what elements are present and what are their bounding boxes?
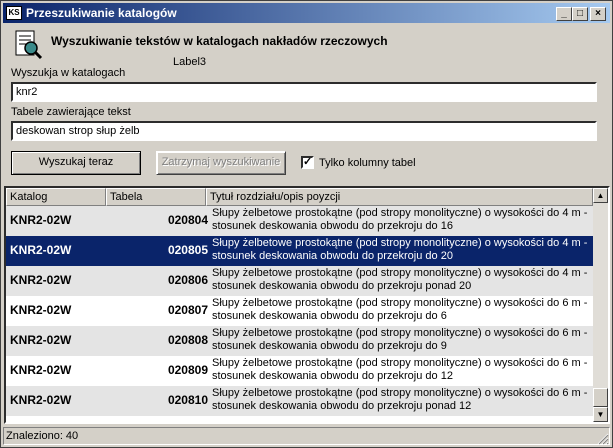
row-description: Słupy żelbetowe prostokątne (pod stropy … xyxy=(212,297,588,322)
status-bar: Znaleziono: 40 xyxy=(3,427,610,445)
row-table: 020804 xyxy=(167,213,208,227)
row-catalog: KNR2-02W xyxy=(10,363,72,377)
tables-text-input[interactable] xyxy=(11,121,597,141)
row-table: 020805 xyxy=(167,243,208,257)
table-row[interactable]: KNR2-02W 020808 Słupy żelbetowe prostoką… xyxy=(6,326,593,356)
row-catalog: KNR2-02W xyxy=(10,243,72,257)
row-description: Słupy żelbetowe prostokątne (pod stropy … xyxy=(212,387,588,412)
row-table: 020806 xyxy=(167,273,208,287)
table-row-selected[interactable]: KNR2-02W 020805 Słupy żelbetowe prostoką… xyxy=(6,236,593,266)
app-icon: KS xyxy=(6,6,22,20)
window-title: Przeszukiwanie katalogów xyxy=(26,6,177,20)
title-bar[interactable]: KS Przeszukiwanie katalogów _ □ × xyxy=(3,3,610,23)
stop-search-button[interactable]: Zatrzymaj wyszukiwanie xyxy=(156,151,286,175)
row-description: Słupy żelbetowe prostokątne (pod stropy … xyxy=(212,267,588,292)
document-search-icon xyxy=(15,30,43,60)
tables-label: Tabele zawierające tekst xyxy=(11,106,131,118)
row-table: 020808 xyxy=(167,333,208,347)
table-row[interactable]: KNR2-02W 020807 Słupy żelbetowe prostoką… xyxy=(6,296,593,326)
row-description: Słupy żelbetowe prostokątne (pod stropy … xyxy=(212,237,588,262)
only-columns-checkbox[interactable]: ✓ xyxy=(301,156,314,169)
table-row[interactable]: KNR2-02W 020809 Słupy żelbetowe prostoką… xyxy=(6,356,593,386)
vertical-scrollbar[interactable]: ▲ ▼ xyxy=(593,188,608,422)
row-catalog: KNR2-02W xyxy=(10,213,72,227)
column-header-tabela[interactable]: Tabela xyxy=(106,188,206,206)
search-catalogs-window: KS Przeszukiwanie katalogów _ □ × Wyszuk… xyxy=(0,0,613,448)
row-description: Słupy żelbetowe prostokątne (pod stropy … xyxy=(212,327,588,352)
row-catalog: KNR2-02W xyxy=(10,333,72,347)
results-list[interactable]: Katalog Tabela Tytuł rozdziału/opis poyz… xyxy=(4,186,610,424)
row-table: 020810 xyxy=(167,393,208,407)
close-button[interactable]: × xyxy=(590,7,606,21)
table-row[interactable]: KNR2-02W 020810 Słupy żelbetowe prostoką… xyxy=(6,386,593,416)
column-header-katalog[interactable]: Katalog xyxy=(6,188,106,206)
row-description: Słupy żelbetowe prostokątne (pod stropy … xyxy=(212,357,588,382)
found-count: Znaleziono: 40 xyxy=(6,430,79,442)
scroll-thumb[interactable] xyxy=(593,388,608,407)
catalogs-label: Wyszukja w katalogach xyxy=(11,67,126,79)
row-catalog: KNR2-02W xyxy=(10,273,72,287)
resize-grip-icon[interactable] xyxy=(597,433,609,445)
results-rows: KNR2-02W 020804 Słupy żelbetowe prostoką… xyxy=(6,206,593,416)
maximize-button[interactable]: □ xyxy=(572,7,588,21)
row-catalog: KNR2-02W xyxy=(10,393,72,407)
row-description: Słupy żelbetowe prostokątne (pod stropy … xyxy=(212,207,588,232)
row-catalog: KNR2-02W xyxy=(10,303,72,317)
minimize-button[interactable]: _ xyxy=(556,7,572,21)
header-title: Wyszukiwanie tekstów w katalogach nakład… xyxy=(51,34,388,48)
table-row[interactable]: KNR2-02W 020804 Słupy żelbetowe prostoką… xyxy=(6,206,593,236)
label3: Label3 xyxy=(173,56,207,68)
only-columns-label: Tylko kolumny tabel xyxy=(319,157,416,169)
table-row[interactable]: KNR2-02W 020806 Słupy żelbetowe prostoką… xyxy=(6,266,593,296)
catalogs-input[interactable] xyxy=(11,82,597,102)
scroll-down-icon[interactable]: ▼ xyxy=(593,407,608,422)
search-now-button[interactable]: Wyszukaj teraz xyxy=(11,151,141,175)
row-table: 020807 xyxy=(167,303,208,317)
results-header: Katalog Tabela Tytuł rozdziału/opis poyz… xyxy=(6,188,593,206)
row-table: 020809 xyxy=(167,363,208,377)
column-header-title[interactable]: Tytuł rozdziału/opis poyzcji xyxy=(206,188,593,206)
scroll-up-icon[interactable]: ▲ xyxy=(593,188,608,203)
